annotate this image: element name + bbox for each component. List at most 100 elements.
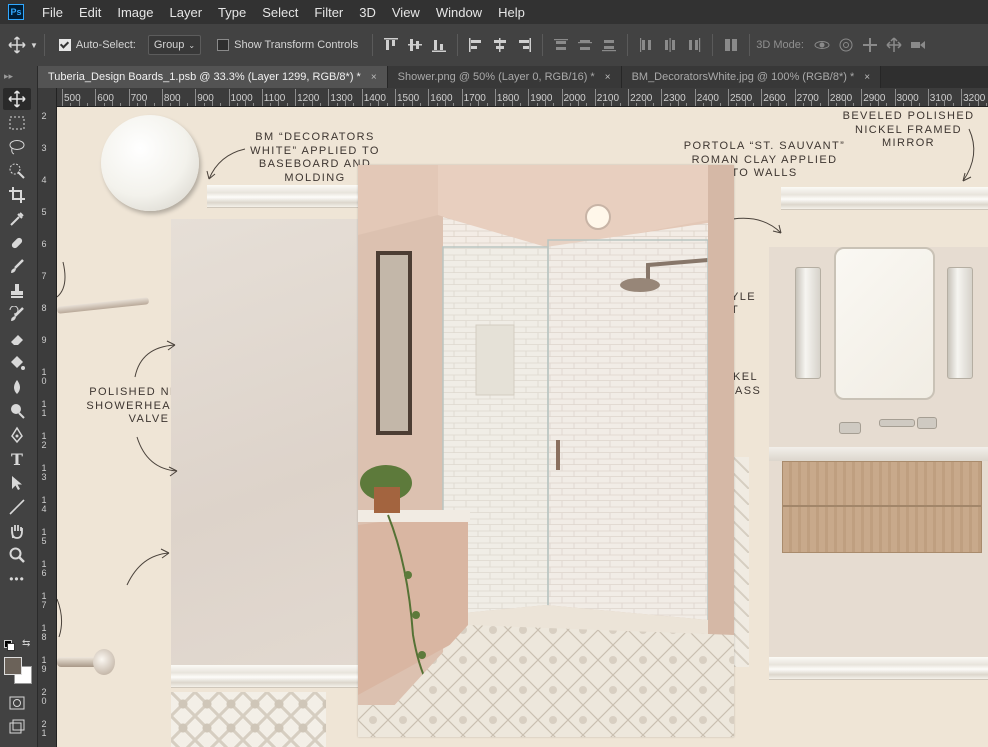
close-icon[interactable]: ×: [371, 72, 377, 83]
checkbox-unchecked-icon: [217, 39, 230, 51]
ruler-h-tick: [961, 89, 963, 106]
close-icon[interactable]: ×: [864, 72, 870, 83]
ruler-origin[interactable]: [38, 88, 57, 106]
pen-tool[interactable]: [3, 424, 31, 446]
collapse-panel-icon[interactable]: ▸▸: [0, 66, 37, 86]
menu-select[interactable]: Select: [254, 5, 306, 20]
ruler-h-minor-tick: [436, 103, 438, 106]
ruler-h-minor-tick: [619, 103, 621, 106]
align-right-edges-icon[interactable]: [516, 37, 532, 53]
ruler-h-minor-tick: [777, 100, 779, 106]
orbit-3d-icon[interactable]: [814, 37, 830, 53]
distribute-left-edges-icon[interactable]: [638, 37, 654, 53]
menu-view[interactable]: View: [384, 5, 428, 20]
crop-tool[interactable]: [3, 184, 31, 206]
marquee-tool[interactable]: [3, 112, 31, 134]
paint-bucket-tool[interactable]: [3, 352, 31, 374]
healing-brush-tool[interactable]: [3, 232, 31, 254]
history-brush-tool[interactable]: [3, 304, 31, 326]
stamp-icon: [11, 284, 23, 298]
type-tool[interactable]: T: [3, 448, 31, 470]
quick-mask-button[interactable]: [3, 692, 31, 714]
distribute-vertical-centers-icon[interactable]: [577, 37, 593, 53]
document-canvas[interactable]: BM “DECORATORS WHITE” APPLIED TO BASEBOA…: [57, 107, 988, 747]
shower-photo-layer[interactable]: [358, 165, 734, 737]
eraser-tool[interactable]: [3, 328, 31, 350]
horizontal-ruler[interactable]: 500 600 700 800 900 1000 1100 1200 1300 1400 1500 1…: [38, 88, 988, 107]
move-tool[interactable]: [3, 88, 31, 110]
align-top-edges-icon[interactable]: [383, 37, 399, 53]
auto-select-target-dropdown[interactable]: Group ⌄: [147, 35, 202, 55]
distribute-horizontal-centers-icon[interactable]: [662, 37, 678, 53]
hand-icon: [11, 525, 23, 539]
menu-3d[interactable]: 3D: [351, 5, 384, 20]
brush-tool[interactable]: [3, 256, 31, 278]
ruler-h-tick: [494, 89, 496, 106]
quick-select-tool[interactable]: [3, 160, 31, 182]
ruler-h-minor-tick: [819, 103, 821, 106]
show-transform-controls-checkbox[interactable]: Show Transform Controls: [217, 39, 358, 51]
separator: [542, 34, 544, 56]
history-brush-icon: [9, 306, 24, 321]
ruler-h-minor-tick: [345, 100, 347, 106]
move-tool-preset-button[interactable]: ▼: [8, 36, 38, 54]
menu-file[interactable]: File: [34, 5, 71, 20]
menu-help[interactable]: Help: [490, 5, 533, 20]
lasso-tool[interactable]: [3, 136, 31, 158]
align-vertical-centers-icon[interactable]: [407, 37, 423, 53]
ruler-v-label: 7: [41, 271, 47, 281]
align-left-edges-icon[interactable]: [468, 37, 484, 53]
auto-select-checkbox[interactable]: Auto-Select:: [58, 39, 136, 51]
lasso-icon: [9, 140, 25, 155]
screen-mode-button[interactable]: [3, 716, 31, 738]
ruler-h-minor-tick: [120, 103, 122, 106]
menu-layer[interactable]: Layer: [162, 5, 211, 20]
menu-filter[interactable]: Filter: [306, 5, 351, 20]
swap-colors-icon[interactable]: ⇆: [22, 638, 30, 649]
ruler-h-label: 2600: [763, 93, 786, 104]
ruler-h-label: 2200: [630, 93, 653, 104]
options-bar: ▼ Auto-Select: Group ⌄ Show Transform Co…: [0, 24, 988, 67]
align-bottom-edges-icon[interactable]: [431, 37, 447, 53]
tab-bm-decorators-white[interactable]: BM_DecoratorsWhite.jpg @ 100% (RGB/8*) *…: [621, 66, 882, 88]
tab-shower[interactable]: Shower.png @ 50% (Layer 0, RGB/16) * ×: [387, 66, 622, 88]
eyedropper-tool[interactable]: [3, 208, 31, 230]
slide-3d-icon[interactable]: [886, 37, 902, 53]
ruler-h-label: 3100: [929, 93, 953, 104]
more-tools[interactable]: •••: [3, 568, 31, 590]
move-icon: [8, 36, 26, 54]
default-colors-icon[interactable]: [4, 640, 15, 651]
ruler-h-minor-tick: [544, 100, 546, 106]
path-select-tool[interactable]: [3, 472, 31, 494]
menu-edit[interactable]: Edit: [71, 5, 109, 20]
line-tool[interactable]: [3, 496, 31, 518]
ruler-v-label: 21: [41, 719, 47, 738]
ruler-h-minor-tick: [186, 103, 188, 106]
ruler-h-label: 2700: [796, 93, 819, 104]
foreground-color-swatch[interactable]: [4, 657, 22, 675]
ruler-h-tick: [728, 89, 729, 106]
ruler-h-tick: [694, 89, 696, 106]
distribute-right-edges-icon[interactable]: [686, 37, 702, 53]
clone-stamp-tool[interactable]: [3, 280, 31, 302]
blur-tool[interactable]: [3, 376, 31, 398]
menu-type[interactable]: Type: [210, 5, 254, 20]
dodge-tool[interactable]: [3, 400, 31, 422]
distribute-top-edges-icon[interactable]: [553, 37, 569, 53]
ruler-h-tick: [195, 89, 197, 106]
menu-image[interactable]: Image: [109, 5, 161, 20]
auto-align-layers-icon[interactable]: [723, 37, 739, 53]
close-icon[interactable]: ×: [605, 72, 611, 83]
zoom-tool[interactable]: [3, 544, 31, 566]
menu-window[interactable]: Window: [428, 5, 490, 20]
scale-3d-icon[interactable]: [910, 37, 926, 53]
ruler-v-label: 3: [41, 143, 47, 153]
align-horizontal-centers-icon[interactable]: [492, 37, 508, 53]
tab-tuberia-design-boards[interactable]: Tuberia_Design Boards_1.psb @ 33.3% (Lay…: [38, 66, 388, 88]
roll-3d-icon[interactable]: [838, 37, 854, 53]
ruler-h-minor-tick: [744, 100, 746, 106]
pan-3d-icon[interactable]: [862, 37, 878, 53]
vertical-ruler[interactable]: 2 3 4 5 6 7 8 9 10 11 12 13 14 15 16 17 18 19 20 21: [38, 106, 57, 747]
hand-tool[interactable]: [3, 520, 31, 542]
distribute-bottom-edges-icon[interactable]: [601, 37, 617, 53]
